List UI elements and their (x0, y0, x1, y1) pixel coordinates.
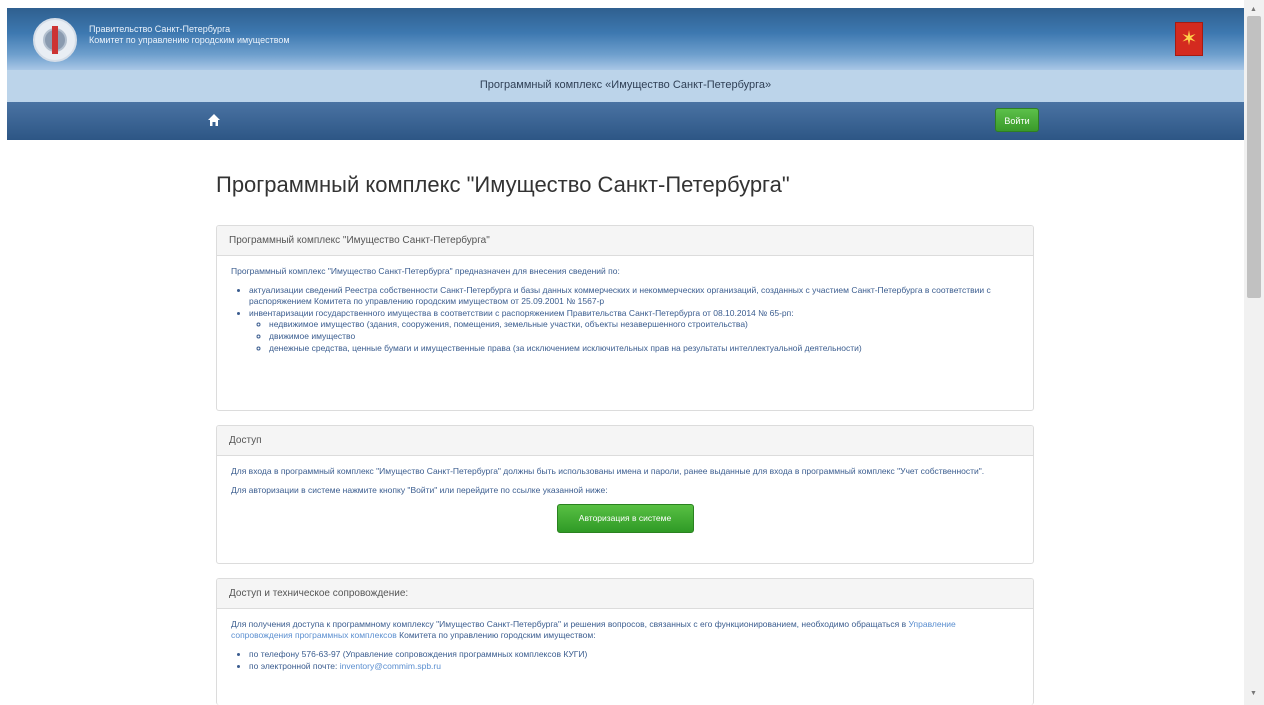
sublist-item: недвижимое имущество (здания, сооружения… (269, 319, 1019, 330)
navbar: Войти (7, 102, 1244, 140)
government-logo-icon[interactable] (33, 18, 77, 62)
subtitle-band: Программный комплекс «Имущество Санкт-Пе… (7, 70, 1244, 102)
app-subtitle: Программный комплекс «Имущество Санкт-Пе… (479, 79, 772, 91)
panel-support-body: Для получения доступа к программному ком… (217, 609, 1033, 683)
panel-access-heading: Доступ (217, 426, 1033, 456)
authorize-button[interactable]: Авторизация в системе (556, 504, 694, 533)
support-text-after: Комитета по управлению городским имущест… (399, 630, 596, 640)
support-text: Для получения доступа к программному ком… (231, 619, 1019, 641)
panel-access-body: Для входа в программный комплекс "Имущес… (217, 456, 1033, 543)
panel-access: Доступ Для входа в программный комплекс … (216, 425, 1034, 564)
access-text2: Для авторизации в системе нажмите кнопку… (231, 485, 608, 495)
about-intro: Программный комплекс "Имущество Санкт-Пе… (231, 266, 620, 276)
about-list: актуализации сведений Реестра собственно… (231, 285, 1019, 354)
login-button[interactable]: Войти (995, 108, 1039, 132)
list-item: актуализации сведений Реестра собственно… (249, 285, 1019, 307)
list-item: инвентаризации государственного имуществ… (249, 308, 1019, 354)
panel-about: Программный комплекс "Имущество Санкт-Пе… (216, 225, 1034, 411)
page: Правительство Санкт-Петербурга Комитет п… (0, 0, 1244, 705)
coat-of-arms-icon: ✶ (1175, 22, 1203, 56)
org-line1: Правительство Санкт-Петербурга (89, 24, 231, 34)
panel-about-heading: Программный комплекс "Имущество Санкт-Пе… (217, 226, 1033, 256)
home-icon[interactable] (207, 113, 221, 127)
scroll-down-icon[interactable]: ▼ (1250, 690, 1257, 697)
panel-support-heading: Доступ и техническое сопровождение: (217, 579, 1033, 609)
logo-tower (52, 26, 58, 54)
contact-email-item: по электронной почте: inventory@commim.s… (249, 661, 1019, 672)
sublist-item: движимое имущество (269, 331, 1019, 342)
org-line2: Комитет по управлению городским имуществ… (89, 35, 290, 45)
support-text-before: Для получения доступа к программному ком… (231, 619, 907, 629)
panel-support: Доступ и техническое сопровождение: Для … (216, 578, 1034, 705)
scroll-thumb[interactable] (1247, 16, 1261, 298)
scroll-up-icon[interactable]: ▲ (1250, 6, 1257, 13)
list-item-text: инвентаризации государственного имуществ… (249, 308, 794, 318)
org-name[interactable]: Правительство Санкт-Петербурга Комитет п… (89, 24, 290, 46)
about-sublist: недвижимое имущество (здания, сооружения… (249, 319, 1019, 354)
support-contacts: по телефону 576-63-97 (Управление сопров… (231, 649, 1019, 672)
header-band: Правительство Санкт-Петербурга Комитет п… (7, 8, 1244, 70)
sublist-item: денежные средства, ценные бумаги и имуще… (269, 343, 1019, 354)
vertical-scrollbar[interactable]: ▲ ▼ (1244, 0, 1264, 705)
contact-email-prefix: по электронной почте: (249, 661, 338, 671)
contact-phone: по телефону 576-63-97 (Управление сопров… (249, 649, 1019, 660)
panel-about-body: Программный комплекс "Имущество Санкт-Пе… (217, 256, 1033, 365)
access-text1: Для входа в программный комплекс "Имущес… (231, 466, 985, 476)
page-title: Программный комплекс "Имущество Санкт-Пе… (216, 172, 790, 197)
contact-email-link[interactable]: inventory@commim.spb.ru (340, 661, 441, 671)
